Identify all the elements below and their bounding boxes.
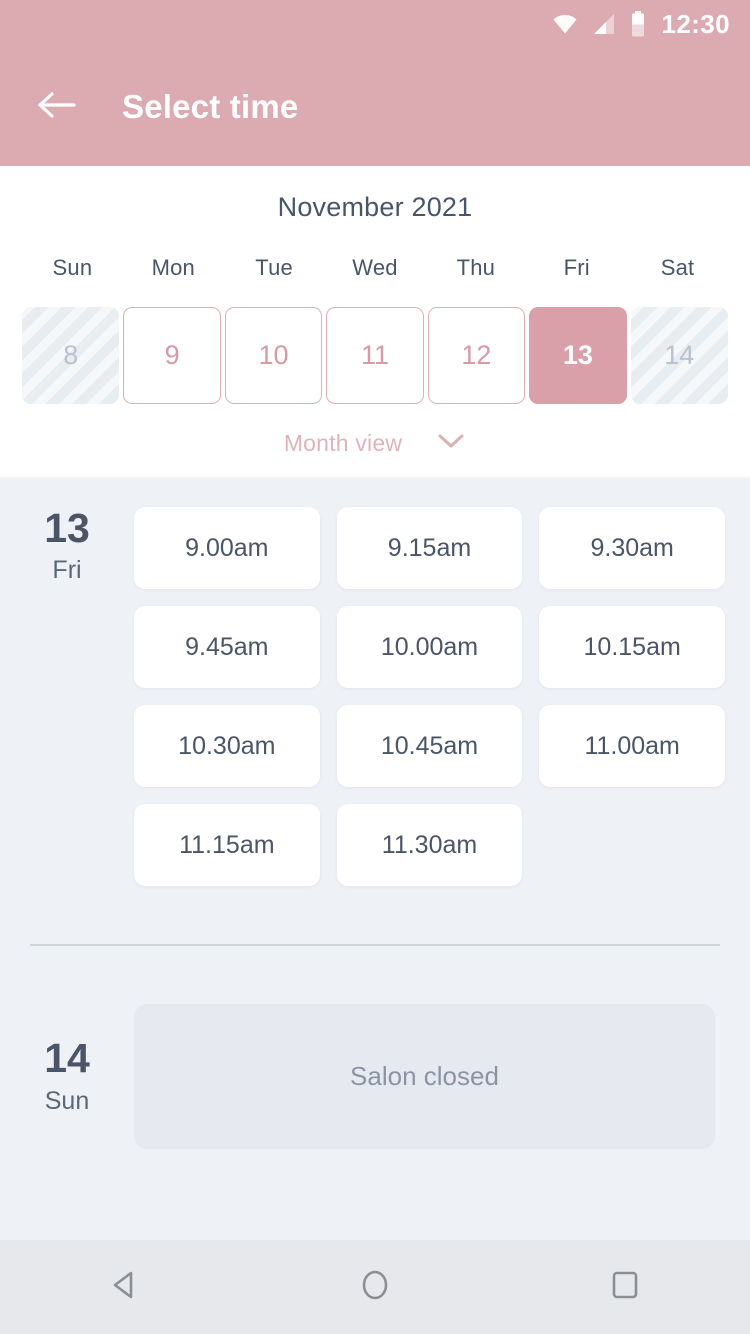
nav-home-icon [356,1266,394,1309]
calendar-day-row: 8 9 10 11 12 13 14 [0,307,750,404]
schedule-day-14: 14 Sun Salon closed [0,946,750,1149]
status-bar: 12:30 [0,0,750,48]
time-slot[interactable]: 10.45am [336,705,523,787]
weekday-label: Mon [151,255,195,280]
nav-back-icon [106,1266,144,1309]
schedule-day-label: 14 Sun [0,1004,134,1149]
calendar-day-12[interactable]: 12 [427,307,526,404]
back-button[interactable] [30,81,82,133]
time-slot[interactable]: 11.15am [134,804,320,886]
schedule-day-name: Fri [52,556,82,585]
weekday-label: Wed [352,255,398,280]
nav-home-button[interactable] [320,1240,430,1334]
page-title: Select time [122,88,299,125]
time-slot-grid: 9.00am 9.15am 9.30am 9.45am 10.00am 10.1… [134,507,750,886]
schedule-day-number: 13 [44,505,90,551]
chevron-down-icon [436,432,466,455]
schedule-day-13: 13 Fri 9.00am 9.15am 9.30am 9.45am 10.00… [0,477,750,886]
weekday-label: Thu [456,255,496,280]
month-view-toggle[interactable]: Month view [0,430,750,457]
schedule-day-name: Sun [44,1086,90,1115]
app-bar: Select time [0,48,750,166]
time-slot[interactable]: 11.00am [539,705,725,787]
status-bar-clock: 12:30 [661,8,730,39]
wifi-icon [552,13,578,35]
time-slot[interactable]: 10.00am [336,606,523,688]
time-slot[interactable]: 9.15am [336,507,523,589]
calendar-weekday-row: Sun Mon Tue Wed Thu Fri Sat [0,255,750,281]
calendar-day-8: 8 [22,307,120,404]
schedule-divider [30,944,720,946]
nav-recents-button[interactable] [570,1240,680,1334]
salon-closed-card: Salon closed [134,1004,715,1149]
app-root: 12:30 Select time November 2021 Sun Mon … [0,0,750,1334]
time-slot[interactable]: 9.00am [134,507,320,589]
calendar-panel: November 2021 Sun Mon Tue Wed Thu Fri Sa… [0,166,750,477]
weekday-label: Sun [52,255,93,280]
weekday-label: Fri [563,255,590,280]
calendar-day-11[interactable]: 11 [326,307,424,404]
back-arrow-icon [35,90,77,125]
android-nav-bar [0,1240,750,1334]
weekday-label: Tue [255,255,293,280]
cellular-signal-icon [592,13,616,35]
schedule-day-label: 13 Fri [0,505,134,886]
calendar-day-9[interactable]: 9 [123,307,221,404]
battery-icon [630,11,646,37]
schedule-day-number: 14 [44,1035,90,1082]
calendar-day-14: 14 [630,307,728,404]
nav-recents-icon [606,1266,644,1309]
calendar-day-10[interactable]: 10 [224,307,323,404]
schedule-content: 13 Fri 9.00am 9.15am 9.30am 9.45am 10.00… [0,477,750,1240]
month-view-label: Month view [283,430,403,456]
nav-back-button[interactable] [70,1240,180,1334]
time-slot[interactable]: 10.15am [539,606,725,688]
calendar-month-title: November 2021 [277,192,473,222]
weekday-label: Sat [660,255,695,280]
time-slot[interactable]: 9.45am [134,606,320,688]
time-slot[interactable]: 11.30am [336,804,523,886]
time-slot[interactable]: 10.30am [134,705,320,787]
time-slot[interactable]: 9.30am [539,507,725,589]
calendar-day-13[interactable]: 13 [529,307,627,404]
